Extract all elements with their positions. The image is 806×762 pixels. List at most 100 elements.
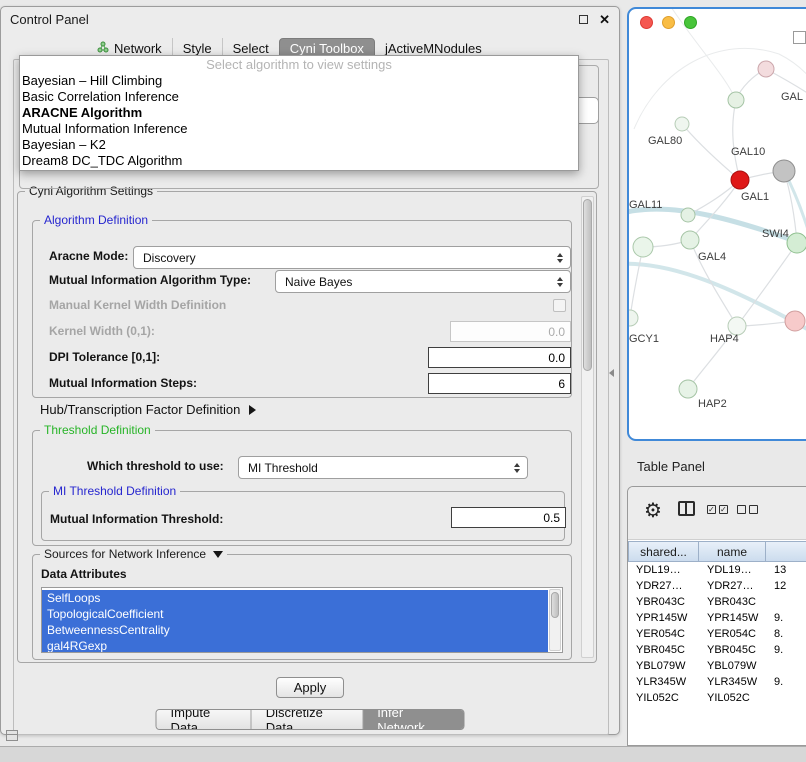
minimize-traffic-icon[interactable] <box>662 16 675 29</box>
sources-group-title[interactable]: Sources for Network Inference <box>40 547 227 561</box>
threshold-definition-group: Threshold Definition Which threshold to … <box>32 430 572 546</box>
table-toolbar: ⚙ <box>628 487 806 540</box>
table-cell: YIL052C <box>628 692 699 704</box>
algorithm-popup-list: Bayesian – Hill ClimbingBasic Correlatio… <box>20 73 578 169</box>
mi-threshold-label: Mutual Information Threshold: <box>50 512 223 526</box>
checked-box-icon <box>707 505 716 514</box>
gear-icon[interactable]: ⚙ <box>644 495 662 527</box>
dpi-tolerance-input[interactable] <box>428 347 571 368</box>
zoom-traffic-icon[interactable] <box>684 16 697 29</box>
mi-threshold-input[interactable] <box>451 507 566 528</box>
network-scrollbar-corner[interactable] <box>793 31 806 44</box>
network-node[interactable] <box>773 160 795 182</box>
table-row[interactable]: YPR145WYPR145W9. <box>628 610 806 626</box>
data-attributes-list[interactable]: SelfLoopsTopologicalCoefficientBetweenne… <box>41 587 563 653</box>
algorithm-option-mutual-information-inference[interactable]: Mutual Information Inference <box>20 121 578 137</box>
table-row[interactable]: YER054CYER054C8. <box>628 626 806 642</box>
combo-arrows-icon <box>557 277 563 287</box>
network-node[interactable] <box>758 61 774 77</box>
network-node[interactable] <box>787 233 806 253</box>
network-node-labels: GALGAL80GAL10GAL11GAL1SWI4GAL4GCY1HAP4HA… <box>629 91 803 410</box>
network-tab-icon <box>97 41 109 56</box>
table-cell: 9. <box>766 644 806 656</box>
tab-label: jActiveMNodules <box>385 41 482 56</box>
network-node[interactable] <box>731 171 749 189</box>
attribute-item-gal4rgexp[interactable]: gal4RGexp <box>42 638 548 653</box>
network-canvas[interactable]: GALGAL80GAL10GAL11GAL1SWI4GAL4GCY1HAP4HA… <box>629 9 806 439</box>
attributes-scrollbar-thumb[interactable] <box>551 592 559 618</box>
splitter-handle[interactable] <box>609 369 614 377</box>
algorithm-option-aracne-algorithm[interactable]: ARACNE Algorithm <box>20 105 578 121</box>
table-panel-title: Table Panel <box>637 459 705 474</box>
tab-label: Cyni Toolbox <box>290 41 364 56</box>
table-row[interactable]: YBR045CYBR045C9. <box>628 642 806 658</box>
algorithm-option-bayesian-hill-climbing[interactable]: Bayesian – Hill Climbing <box>20 73 578 89</box>
network-node[interactable] <box>679 380 697 398</box>
float-window-icon[interactable] <box>579 15 588 24</box>
threshold-definition-title: Threshold Definition <box>40 423 155 437</box>
aracne-mode-value: Discovery <box>143 251 196 265</box>
which-threshold-select[interactable]: MI Threshold <box>238 456 528 479</box>
table-header-cell-shared[interactable]: shared... <box>628 541 699 562</box>
tab-label: Style <box>183 41 212 56</box>
settings-scrollbar-thumb[interactable] <box>583 199 592 371</box>
table-cell: 12 <box>766 580 806 592</box>
table-cell: YLR345W <box>699 676 766 688</box>
table-cell: YDL19… <box>628 564 699 576</box>
control-panel-window: Control Panel ✕ Network Style Select Cyni T… <box>0 6 620 735</box>
sources-title-text: Sources for Network Inference <box>44 547 206 561</box>
unchecked-box-icon <box>737 505 746 514</box>
table-row[interactable]: YBL079WYBL079W <box>628 658 806 674</box>
mi-steps-input[interactable] <box>428 373 571 394</box>
network-node[interactable] <box>633 237 653 257</box>
attribute-item-selfloops[interactable]: SelfLoops <box>42 590 548 606</box>
unchecked-box-icon <box>749 505 758 514</box>
table-row[interactable]: YLR345WYLR345W9. <box>628 674 806 690</box>
deselect-all-icon[interactable] <box>737 505 758 514</box>
table-row[interactable]: YIL052CYIL052C <box>628 690 806 706</box>
network-node[interactable] <box>728 92 744 108</box>
network-node[interactable] <box>681 208 695 222</box>
close-traffic-icon[interactable] <box>640 16 653 29</box>
table-header-cell-name[interactable]: name <box>699 541 766 562</box>
mi-algorithm-type-select[interactable]: Naive Bayes <box>275 270 571 293</box>
table-row[interactable]: YDR27…YDR27…12 <box>628 578 806 594</box>
algorithm-option-dream8-dc-tdc-algorithm[interactable]: Dream8 DC_TDC Algorithm <box>20 153 578 169</box>
close-window-icon[interactable]: ✕ <box>599 13 610 26</box>
apply-button[interactable]: Apply <box>276 677 344 698</box>
table-cell: 9. <box>766 676 806 688</box>
aracne-mode-select[interactable]: Discovery <box>133 246 571 269</box>
node-label-hap4: HAP4 <box>710 333 739 345</box>
network-node[interactable] <box>675 117 689 131</box>
algorithm-option-bayesian-k2[interactable]: Bayesian – K2 <box>20 137 578 153</box>
network-node[interactable] <box>629 310 638 326</box>
table-cell: YIL052C <box>699 692 766 704</box>
node-label-gal: GAL <box>781 91 803 103</box>
attributes-scrollbar[interactable] <box>549 589 561 651</box>
network-node[interactable] <box>681 231 699 249</box>
algorithm-option-basic-correlation-inference[interactable]: Basic Correlation Inference <box>20 89 578 105</box>
settings-scrollbar[interactable] <box>581 196 594 658</box>
mi-algorithm-type-label: Mutual Information Algorithm Type: <box>49 273 251 287</box>
table-cell: YLR345W <box>628 676 699 688</box>
data-attributes-label: Data Attributes <box>41 567 127 581</box>
tab-label: Select <box>233 41 269 56</box>
node-label-gcy1: GCY1 <box>629 333 659 345</box>
table-header-cell-2[interactable] <box>766 541 806 562</box>
bottom-tab-impute-data[interactable]: Impute Data <box>157 710 251 729</box>
bottom-tab-infer-network[interactable]: Infer Network <box>362 710 463 729</box>
columns-icon[interactable] <box>678 501 695 516</box>
tab-label: Network <box>114 41 162 56</box>
table-cell: YBR045C <box>699 644 766 656</box>
network-node[interactable] <box>785 311 805 331</box>
table-row[interactable]: YDL19…YDL19…13 <box>628 562 806 578</box>
attribute-item-topologicalcoefficient[interactable]: TopologicalCoefficient <box>42 606 548 622</box>
table-row[interactable]: YBR043CYBR043C <box>628 594 806 610</box>
hub-section-toggle[interactable]: Hub/Transcription Factor Definition <box>40 402 256 417</box>
kernel-width-input <box>450 321 571 342</box>
select-all-icon[interactable] <box>707 505 728 514</box>
attribute-item-betweennesscentrality[interactable]: BetweennessCentrality <box>42 622 548 638</box>
hidden-panel-icon[interactable] <box>6 730 18 741</box>
bottom-tab-discretize-data[interactable]: Discretize Data <box>251 710 362 729</box>
control-panel-titlebar[interactable]: Control Panel ✕ <box>1 7 619 31</box>
